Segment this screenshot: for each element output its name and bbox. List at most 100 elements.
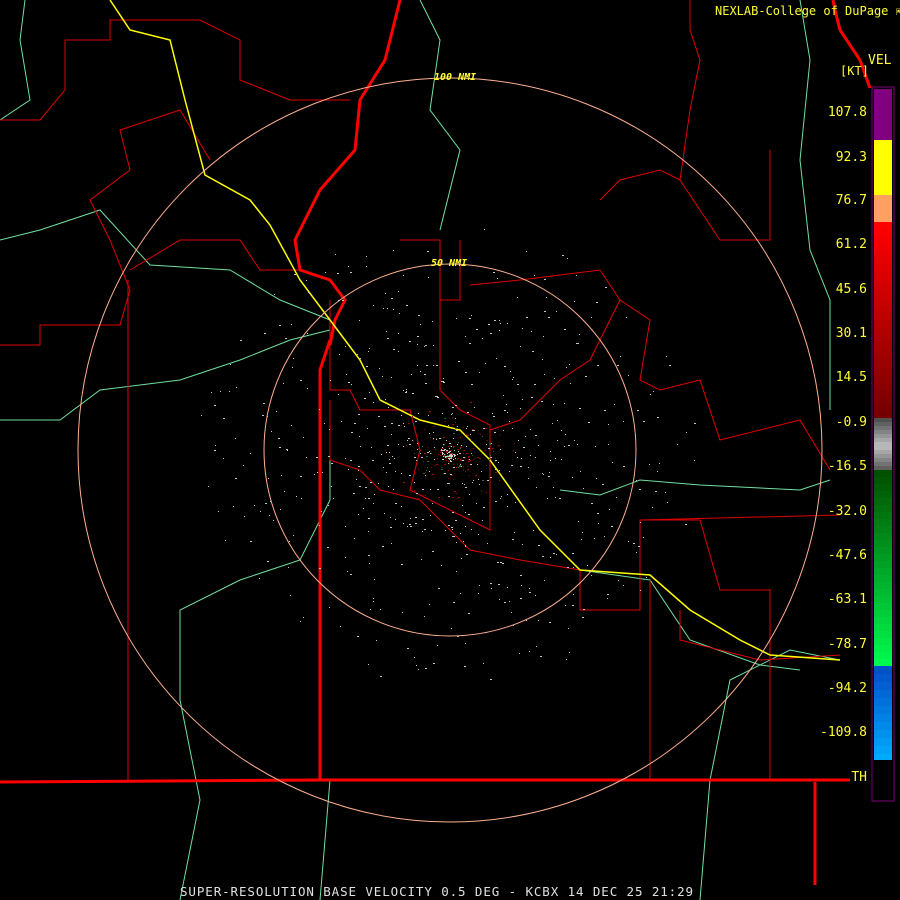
echo-pixel: [390, 527, 392, 528]
echo-pixel: [427, 447, 428, 448]
echo-pixel: [420, 371, 421, 372]
echo-pixel: [214, 450, 216, 451]
echo-pixel: [393, 489, 394, 490]
echo-pixel: [327, 547, 329, 548]
echo-pixel: [640, 590, 641, 591]
echo-pixel: [350, 574, 352, 575]
echo-pixel: [350, 460, 352, 461]
color-bar: [874, 89, 892, 760]
echo-pixel: [393, 250, 394, 251]
echo-pixel: [409, 341, 411, 342]
echo-pixel: [457, 636, 459, 637]
echo-pixel: [616, 497, 617, 498]
echo-pixel: [423, 461, 424, 462]
color-bar-segment: [874, 390, 892, 397]
echo-pixel: [425, 345, 427, 346]
echo-pixel: [463, 466, 464, 467]
echo-pixel: [574, 440, 575, 441]
color-bar-segment: [874, 462, 892, 466]
color-bar-segment: [874, 666, 892, 674]
echo-pixel: [452, 512, 454, 513]
echo-pixel: [529, 651, 530, 652]
echo-pixel: [403, 390, 404, 391]
color-bar-segment: [874, 411, 892, 418]
echo-pixel: [486, 465, 487, 466]
echo-pixel: [350, 272, 352, 273]
echo-pixel: [296, 496, 297, 497]
echo-pixel: [449, 456, 451, 457]
echo-pixel: [300, 476, 302, 477]
echo-pixel: [339, 354, 340, 355]
echo-pixel: [456, 542, 457, 543]
echo-pixel: [278, 438, 280, 439]
echo-pixel: [369, 563, 370, 564]
echo-pixel: [463, 470, 464, 471]
echo-pixel: [531, 397, 533, 398]
echo-pixel: [369, 392, 370, 393]
color-bar-segment: [874, 512, 892, 519]
echo-pixel: [448, 525, 450, 526]
echo-pixel: [499, 599, 500, 600]
echo-pixel: [436, 438, 437, 439]
legend-label: 76.7: [835, 193, 867, 208]
echo-pixel: [418, 315, 420, 316]
echo-pixel: [443, 444, 444, 445]
echo-pixel: [507, 506, 508, 507]
echo-pixel: [486, 492, 487, 493]
echo-pixel: [526, 251, 527, 252]
echo-pixel: [289, 541, 290, 542]
echo-pixel: [424, 429, 425, 430]
echo-pixel: [432, 551, 434, 552]
echo-pixel: [461, 445, 462, 446]
echo-pixel: [573, 594, 574, 595]
echo-pixel: [437, 397, 439, 398]
echo-pixel: [459, 465, 461, 466]
echo-pixel: [406, 391, 407, 392]
echo-pixel: [447, 456, 449, 457]
echo-pixel: [567, 567, 569, 568]
echo-pixel: [522, 544, 523, 545]
echo-pixel: [409, 444, 411, 445]
echo-pixel: [474, 407, 475, 408]
echo-pixel: [403, 446, 404, 447]
echo-pixel: [364, 398, 366, 399]
echo-pixel: [465, 372, 467, 373]
echo-pixel: [444, 473, 446, 474]
echo-pixel: [444, 454, 445, 455]
echo-pixel: [354, 423, 356, 424]
echo-pixel: [416, 665, 417, 666]
echo-pixel: [556, 311, 557, 312]
echo-pixel: [665, 492, 666, 493]
echo-pixel: [471, 315, 472, 316]
echo-pixel: [532, 351, 534, 352]
echo-pixel: [319, 568, 321, 569]
echo-pixel: [477, 464, 478, 465]
echo-pixel: [448, 463, 449, 464]
echo-pixel: [424, 616, 425, 617]
echo-pixel: [473, 480, 474, 481]
echo-pixel: [456, 467, 457, 468]
echo-pixel: [316, 457, 318, 458]
echo-pixel: [488, 448, 490, 449]
echo-pixel: [359, 320, 360, 321]
echo-pixel: [347, 571, 348, 572]
echo-pixel: [543, 474, 544, 475]
echo-pixel: [553, 404, 554, 405]
echo-pixel: [585, 376, 587, 377]
echo-pixel: [417, 365, 418, 366]
echo-pixel: [467, 469, 469, 470]
echo-pixel: [382, 546, 384, 547]
echo-pixel: [479, 372, 480, 373]
echo-pixel: [555, 497, 556, 498]
echo-pixel: [637, 410, 639, 411]
echo-pixel: [385, 293, 386, 294]
echo-pixel: [452, 417, 453, 418]
echo-pixel: [467, 426, 468, 427]
echo-pixel: [535, 595, 536, 596]
echo-pixel: [636, 480, 637, 481]
echo-pixel: [408, 438, 410, 439]
echo-pixel: [293, 358, 294, 359]
echo-pixel: [447, 455, 449, 456]
echo-pixel: [414, 490, 415, 491]
echo-pixel: [358, 470, 359, 471]
